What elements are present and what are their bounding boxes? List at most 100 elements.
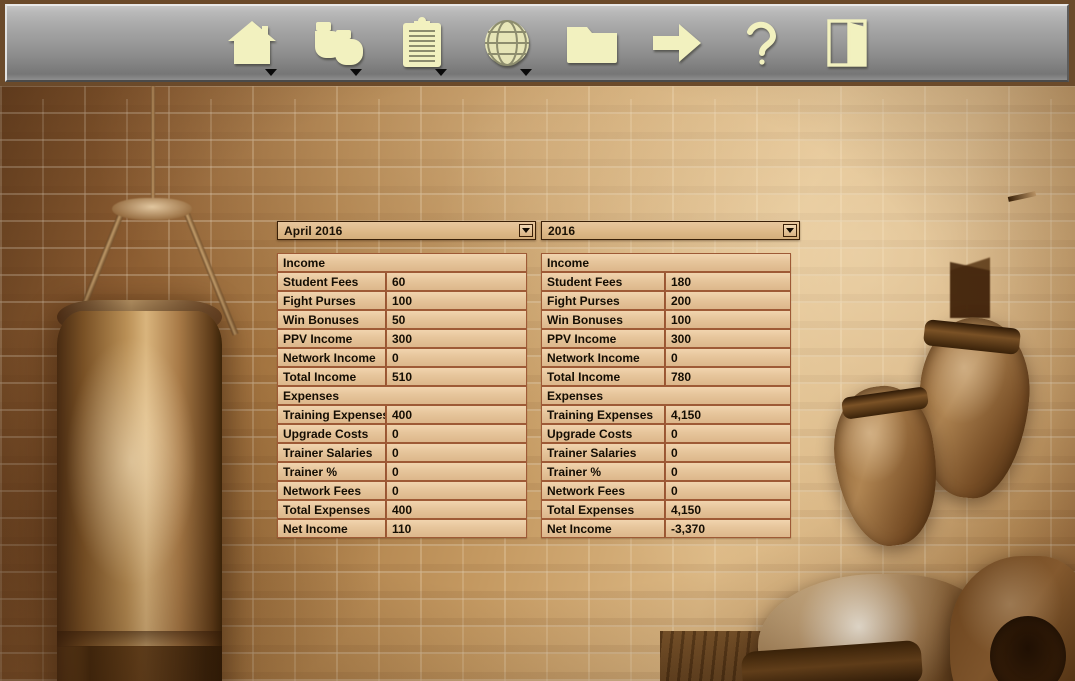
- row-value: -3,370: [665, 519, 791, 538]
- row-label: Trainer %: [541, 462, 665, 481]
- row-value: 0: [386, 348, 527, 367]
- table-row: Fight Purses 100: [277, 291, 527, 310]
- income-section-header: Income: [541, 253, 791, 272]
- year-selector[interactable]: 2016: [541, 221, 800, 240]
- table-row: Trainer Salaries 0: [541, 443, 791, 462]
- row-label: Fight Purses: [277, 291, 386, 310]
- table-row: Network Fees 0: [541, 481, 791, 500]
- table-row: Trainer Salaries 0: [277, 443, 527, 462]
- row-value: 0: [386, 443, 527, 462]
- table-row: Trainer % 0: [277, 462, 527, 481]
- income-section-header: Income: [277, 253, 527, 272]
- row-value: 0: [386, 424, 527, 443]
- row-value: 180: [665, 272, 791, 291]
- table-row: Training Expenses 400: [277, 405, 527, 424]
- globe-icon: [478, 15, 536, 71]
- chevron-down-icon[interactable]: [520, 69, 532, 76]
- table-row: Upgrade Costs 0: [541, 424, 791, 443]
- exit-door-icon: [818, 15, 876, 71]
- row-value: 300: [386, 329, 527, 348]
- table-row: Network Income 0: [277, 348, 527, 367]
- table-row: Student Fees 180: [541, 272, 791, 291]
- folder-icon: [563, 15, 621, 71]
- table-row: PPV Income 300: [277, 329, 527, 348]
- row-label: Student Fees: [277, 272, 386, 291]
- row-value: 0: [386, 462, 527, 481]
- month-selector-dropdown-button[interactable]: [519, 224, 533, 237]
- toolbar-button-records[interactable]: [379, 6, 464, 80]
- row-label: Network Income: [277, 348, 386, 367]
- row-label: Training Expenses: [541, 405, 665, 424]
- expenses-section-header: Expenses: [277, 386, 527, 405]
- toolbar-button-exit[interactable]: [804, 6, 889, 80]
- table-row: Training Expenses 4,150: [541, 405, 791, 424]
- table-row: Win Bonuses 50: [277, 310, 527, 329]
- row-value: 0: [665, 462, 791, 481]
- row-label: Network Fees: [277, 481, 386, 500]
- question-mark-icon: [733, 15, 791, 71]
- toolbar-button-world[interactable]: [464, 6, 549, 80]
- row-label: Training Expenses: [277, 405, 386, 424]
- row-value: 100: [665, 310, 791, 329]
- month-selector[interactable]: April 2016: [277, 221, 536, 240]
- row-value: 4,150: [665, 500, 791, 519]
- image-vignette: [0, 86, 1075, 681]
- row-value: 780: [665, 367, 791, 386]
- monthly-finance-panel: April 2016 Income Student Fees 60 Fight …: [277, 221, 536, 538]
- home-icon: [223, 15, 281, 71]
- row-value: 200: [665, 291, 791, 310]
- row-label: Net Income: [277, 519, 386, 538]
- table-row-total: Total Expenses 4,150: [541, 500, 791, 519]
- row-value: 4,150: [665, 405, 791, 424]
- row-label: Total Income: [277, 367, 386, 386]
- table-row: Fight Purses 200: [541, 291, 791, 310]
- chevron-down-icon[interactable]: [350, 69, 362, 76]
- year-selector-dropdown-button[interactable]: [783, 224, 797, 237]
- row-label: Upgrade Costs: [277, 424, 386, 443]
- row-value: 0: [665, 443, 791, 462]
- row-value: 60: [386, 272, 527, 291]
- toolbar-button-help[interactable]: [719, 6, 804, 80]
- clipboard-icon: [393, 15, 451, 71]
- main-toolbar: [5, 4, 1069, 82]
- table-row: Student Fees 60: [277, 272, 527, 291]
- row-label: Trainer Salaries: [277, 443, 386, 462]
- application-window: April 2016 Income Student Fees 60 Fight …: [0, 0, 1075, 681]
- chevron-down-icon: [522, 228, 530, 233]
- row-label: Network Fees: [541, 481, 665, 500]
- toolbar-button-advance[interactable]: [634, 6, 719, 80]
- yearly-finance-panel: 2016 Income Student Fees 180 Fight Purse…: [541, 221, 800, 538]
- table-section-header-row: Income: [277, 253, 527, 272]
- row-label: Trainer %: [277, 462, 386, 481]
- table-row: PPV Income 300: [541, 329, 791, 348]
- table-section-header-row: Income: [541, 253, 791, 272]
- gym-background-image: [0, 86, 1075, 681]
- row-label: Total Income: [541, 367, 665, 386]
- row-label: Win Bonuses: [277, 310, 386, 329]
- row-label: Total Expenses: [541, 500, 665, 519]
- chevron-down-icon[interactable]: [265, 69, 277, 76]
- row-value: 100: [386, 291, 527, 310]
- row-label: Net Income: [541, 519, 665, 538]
- arrow-right-icon: [648, 15, 706, 71]
- row-value: 0: [665, 348, 791, 367]
- row-value: 400: [386, 500, 527, 519]
- yearly-finance-table: Income Student Fees 180 Fight Purses 200…: [541, 253, 791, 538]
- chevron-down-icon: [786, 228, 794, 233]
- toolbar-button-files[interactable]: [549, 6, 634, 80]
- row-value: 0: [665, 424, 791, 443]
- table-row: Trainer % 0: [541, 462, 791, 481]
- boxing-gloves-icon: [308, 15, 366, 71]
- table-row: Win Bonuses 100: [541, 310, 791, 329]
- table-row: Network Income 0: [541, 348, 791, 367]
- table-row-total: Total Expenses 400: [277, 500, 527, 519]
- toolbar-button-home[interactable]: [209, 6, 294, 80]
- row-value: 300: [665, 329, 791, 348]
- monthly-finance-table: Income Student Fees 60 Fight Purses 100 …: [277, 253, 527, 538]
- toolbar-button-fighters[interactable]: [294, 6, 379, 80]
- chevron-down-icon[interactable]: [435, 69, 447, 76]
- row-label: Network Income: [541, 348, 665, 367]
- table-section-header-row: Expenses: [541, 386, 791, 405]
- row-label: Win Bonuses: [541, 310, 665, 329]
- row-value: 110: [386, 519, 527, 538]
